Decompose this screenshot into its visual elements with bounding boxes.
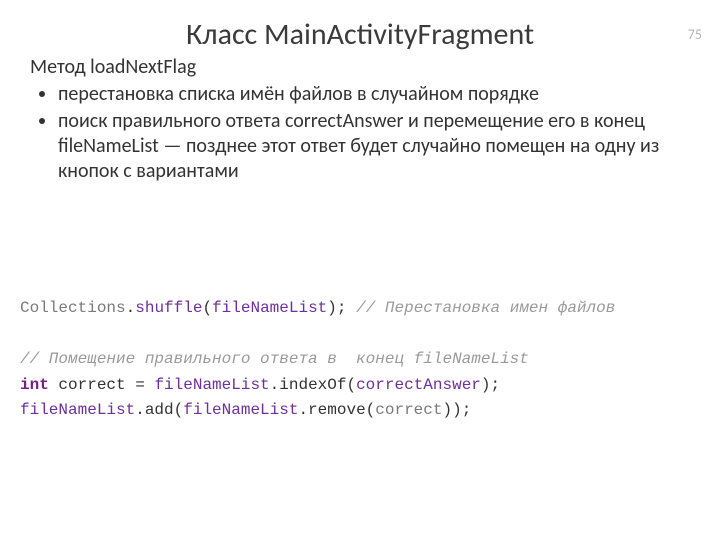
code-block: Collections.shuffle(fileNameList); // Пе… bbox=[20, 296, 700, 424]
code-token: ); bbox=[481, 376, 500, 394]
code-token: shuffle bbox=[135, 299, 202, 317]
list-item: поиск правильного ответа correctAnswer и… bbox=[58, 109, 690, 184]
code-token: )); bbox=[442, 401, 471, 419]
code-token: fileNameList bbox=[20, 401, 135, 419]
code-token: correctAnswer bbox=[356, 376, 481, 394]
bullet-list: перестановка списка имён файлов в случай… bbox=[30, 82, 690, 184]
slide: 75 Класс MainActivityFragment Метод load… bbox=[0, 16, 720, 556]
page-number: 75 bbox=[688, 26, 702, 43]
code-token: ); bbox=[327, 299, 346, 317]
code-token: correct = bbox=[49, 376, 155, 394]
code-token: .indexOf( bbox=[270, 376, 356, 394]
code-comment: // Перестановка имен файлов bbox=[346, 299, 615, 317]
code-token: Collections bbox=[20, 299, 126, 317]
code-line: int correct = fileNameList.indexOf(corre… bbox=[20, 376, 500, 394]
code-line: Collections.shuffle(fileNameList); // Пе… bbox=[20, 299, 615, 317]
code-token: ( bbox=[202, 299, 212, 317]
code-comment: // Помещение правильного ответа в конец … bbox=[20, 350, 529, 368]
code-token: . bbox=[126, 299, 136, 317]
code-token: .remove( bbox=[298, 401, 375, 419]
code-token: fileNameList bbox=[154, 376, 269, 394]
code-line: fileNameList.add(fileNameList.remove(cor… bbox=[20, 401, 471, 419]
body-text: Метод loadNextFlag перестановка списка и… bbox=[0, 55, 720, 184]
code-token: .add( bbox=[135, 401, 183, 419]
code-token: fileNameList bbox=[183, 401, 298, 419]
subheading: Метод loadNextFlag bbox=[30, 55, 690, 80]
code-token: correct bbox=[375, 401, 442, 419]
slide-title: Класс MainActivityFragment bbox=[0, 16, 720, 53]
code-keyword: int bbox=[20, 376, 49, 394]
code-token: fileNameList bbox=[212, 299, 327, 317]
list-item: перестановка списка имён файлов в случай… bbox=[58, 82, 690, 107]
